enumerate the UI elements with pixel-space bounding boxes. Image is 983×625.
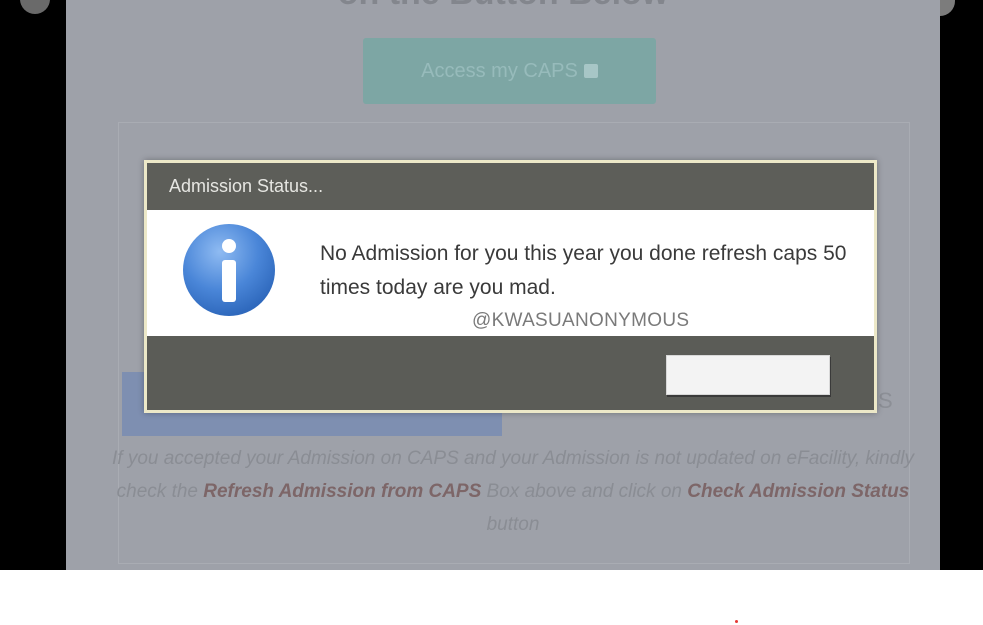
admission-note: If you accepted your Admission on CAPS a… bbox=[112, 448, 914, 535]
ok-button[interactable] bbox=[666, 355, 830, 395]
dialog-message: No Admission for you this year you done … bbox=[320, 242, 847, 299]
dialog-footer bbox=[147, 336, 874, 410]
screenshot-frame: on the Button Below Access my CAPS S If … bbox=[0, 0, 983, 570]
access-caps-button[interactable]: Access my CAPS bbox=[363, 38, 656, 104]
access-caps-label: Access my CAPS bbox=[421, 59, 578, 82]
admission-status-dialog: Admission Status... No Admission for you… bbox=[144, 160, 877, 413]
dialog-title: Admission Status... bbox=[169, 176, 324, 196]
faded-side-text: S bbox=[878, 388, 893, 413]
note-bold-refresh: Refresh Admission from CAPS bbox=[203, 481, 482, 502]
note-bold-check: Check Admission Status bbox=[687, 481, 910, 502]
external-link-icon bbox=[583, 64, 598, 78]
info-icon bbox=[183, 224, 275, 316]
dialog-body: No Admission for you this year you done … bbox=[147, 210, 874, 336]
page-heading: on the Button Below bbox=[66, 0, 940, 13]
red-dot-mark bbox=[735, 620, 738, 623]
dialog-header: Admission Status... bbox=[147, 163, 874, 210]
watermark-text: @KWASUANONYMOUS bbox=[472, 310, 690, 331]
window-control-icon[interactable] bbox=[20, 0, 50, 14]
